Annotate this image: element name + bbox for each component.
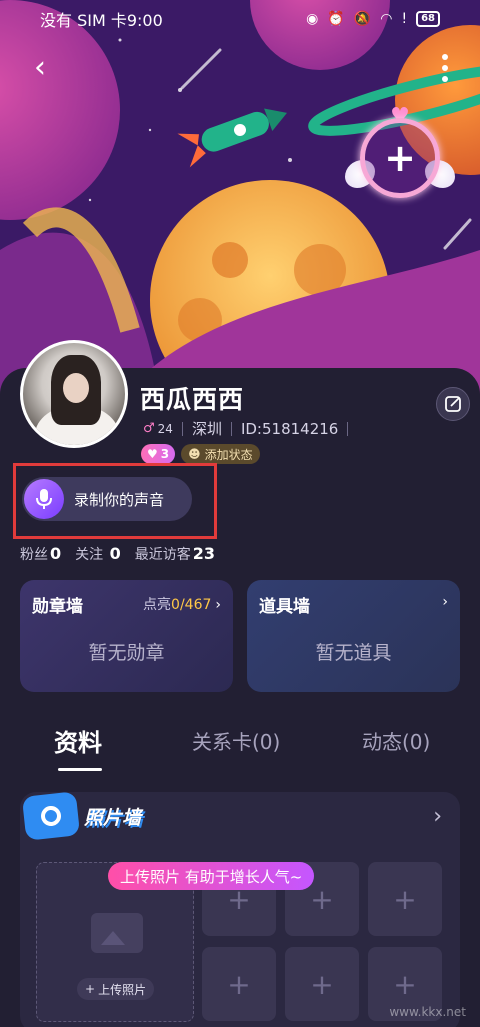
- profile-tabs: 资料 关系卡(0) 动态(0): [0, 718, 480, 778]
- back-arrow-icon[interactable]: ‹: [22, 50, 58, 86]
- heart-count-badge[interactable]: ♥ 3: [141, 444, 176, 464]
- heart-icon: ♥: [147, 447, 158, 461]
- badge-lit-progress: 点亮0/467 ›: [143, 597, 221, 613]
- tab-moments[interactable]: 动态(0): [362, 726, 430, 755]
- active-tab-indicator: [58, 768, 102, 771]
- alarm-icon: ⏰: [327, 11, 345, 27]
- edit-icon: [445, 396, 461, 412]
- profile-tags: ♥ 3 ☻ 添加状态: [141, 444, 260, 464]
- upload-tip-bubble: 上传照片 有助于增长人气~: [108, 862, 315, 890]
- following-stat[interactable]: 关注 0: [75, 544, 121, 564]
- photo-wall-title: 照片墙: [84, 806, 142, 829]
- user-id: ID:51814216: [240, 419, 339, 438]
- photo-slot[interactable]: +: [202, 947, 276, 1021]
- photo-wall-section: 照片墙 › + 上传照片 上传照片 有助于增长人气~ + + + + + +: [20, 791, 460, 1027]
- smile-icon: ☻: [188, 447, 201, 461]
- age: 24: [157, 421, 173, 436]
- add-status-button[interactable]: ☻ 添加状态: [181, 444, 260, 464]
- props-wall-title: 道具墙: [259, 597, 310, 617]
- upload-photo-label: + 上传照片: [77, 978, 155, 1000]
- tab-relation-card[interactable]: 关系卡(0): [192, 726, 280, 755]
- mute-icon: 🔕: [353, 11, 372, 27]
- badge-empty-text: 暂无勋章: [88, 642, 165, 664]
- chevron-right-icon: ›: [442, 594, 448, 610]
- props-wall-card[interactable]: 道具墙 › 暂无道具: [247, 580, 460, 692]
- followers-stat[interactable]: 粉丝 0: [20, 544, 61, 564]
- profile-meta: ♂ 24 深圳 ID:51814216: [143, 418, 357, 439]
- camera-icon: [21, 791, 81, 841]
- props-empty-text: 暂无道具: [315, 642, 392, 664]
- highlight-box: [13, 463, 217, 539]
- photo-slot[interactable]: +: [368, 862, 442, 936]
- watermark: www.kkx.net: [389, 1005, 466, 1019]
- photo-wall-header: 照片墙: [21, 791, 142, 841]
- chevron-right-icon: ›: [215, 597, 221, 613]
- nickname: 西瓜西西: [140, 385, 245, 414]
- wifi-icon: ◠: [380, 11, 393, 27]
- more-vertical-icon[interactable]: [430, 50, 460, 86]
- city: 深圳: [191, 420, 222, 438]
- add-avatar-frame-button[interactable]: ♥ +: [345, 106, 455, 215]
- photo-slot[interactable]: +: [285, 947, 359, 1021]
- plus-icon: +: [360, 118, 440, 198]
- badge-wall-card[interactable]: 勋章墙 点亮0/467 › 暂无勋章: [20, 580, 233, 692]
- chevron-right-icon[interactable]: ›: [433, 804, 442, 829]
- avatar[interactable]: [20, 340, 128, 448]
- carrier-time: 没有 SIM 卡9:00: [40, 11, 163, 30]
- stats-row: 粉丝 0 关注 0 最近访客 23: [20, 544, 229, 564]
- edit-profile-button[interactable]: [436, 387, 470, 421]
- alert-icon: !: [401, 11, 408, 27]
- status-bar: 没有 SIM 卡9:00 ◉ ⏰ 🔕 ◠ ! 68: [0, 0, 480, 38]
- gender-male-icon: ♂: [143, 421, 155, 436]
- visitors-stat[interactable]: 最近访客 23: [135, 544, 215, 564]
- image-icon: [91, 913, 143, 953]
- tab-profile[interactable]: 资料: [54, 723, 102, 758]
- battery-icon: 68: [416, 11, 440, 27]
- eye-icon: ◉: [306, 11, 319, 27]
